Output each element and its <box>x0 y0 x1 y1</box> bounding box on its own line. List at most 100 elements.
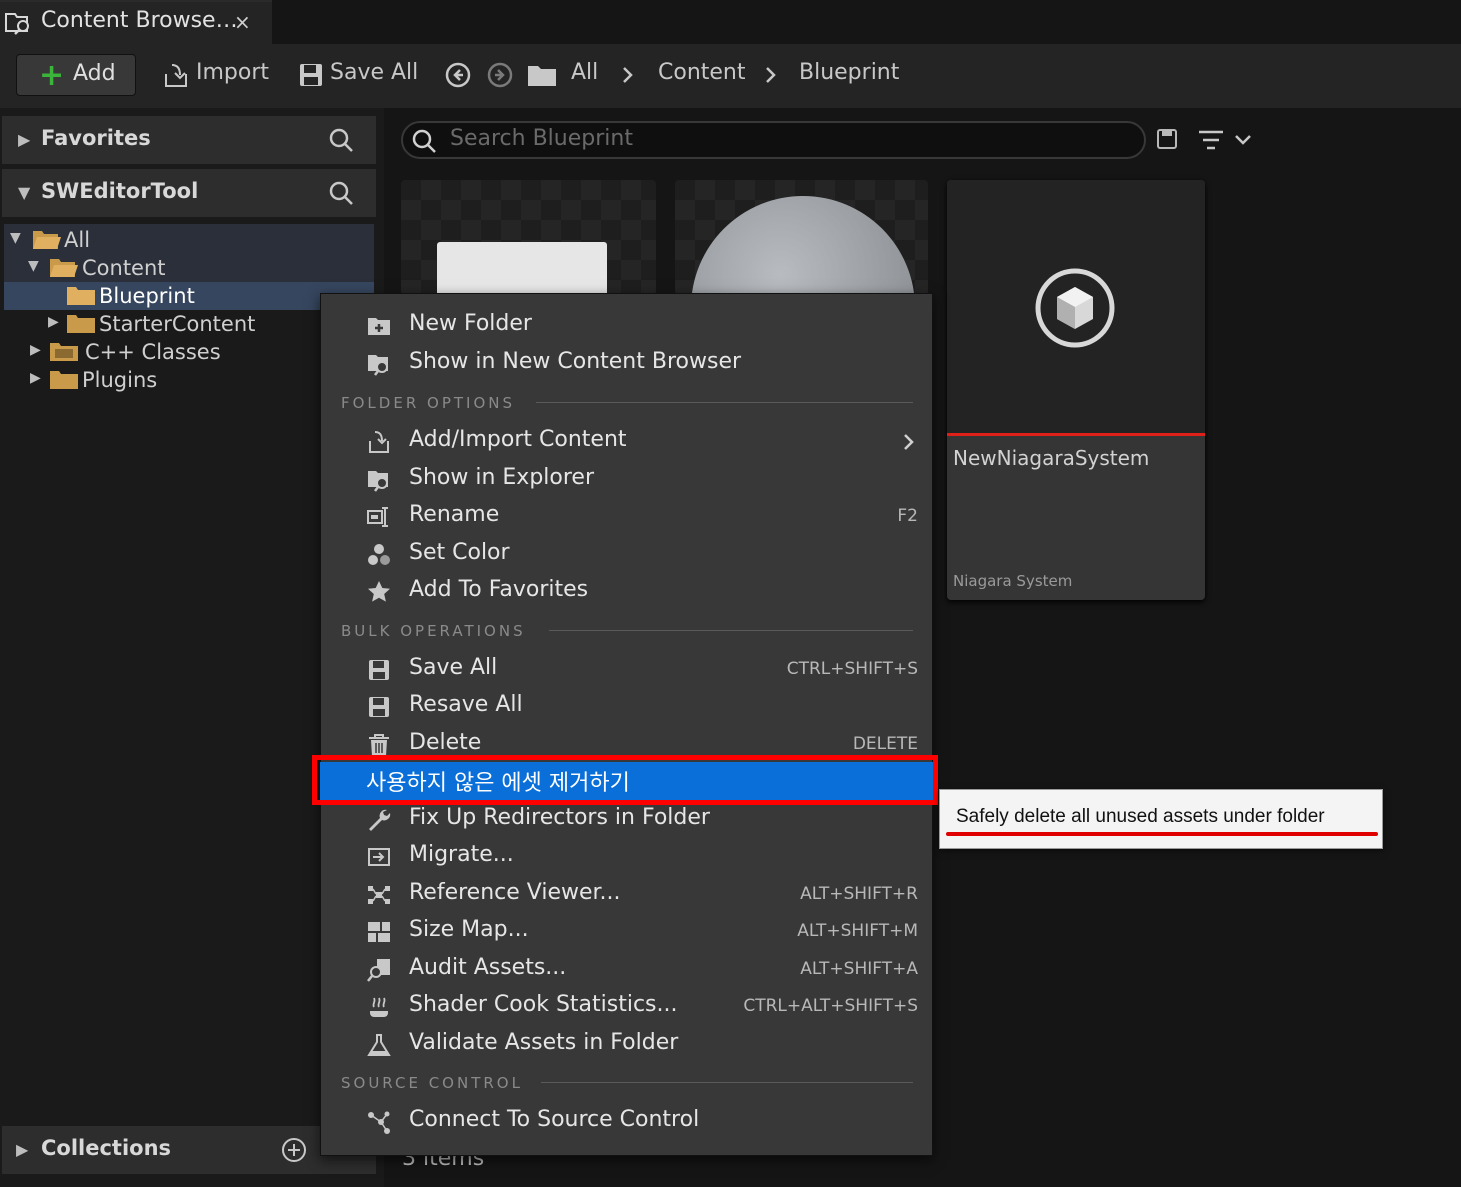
project-header[interactable]: ▼ SWEditorTool <box>2 169 376 217</box>
menu-label: Set Color <box>409 540 510 565</box>
size-map-icon <box>368 922 390 942</box>
save-search-icon[interactable] <box>1156 128 1178 150</box>
tree-label: Blueprint <box>99 284 195 308</box>
collapse-arrow-icon[interactable]: ▼ <box>18 183 30 202</box>
collections-label: Collections <box>41 1136 172 1160</box>
chevron-right-icon[interactable] <box>620 64 636 86</box>
content-browser-icon <box>5 13 29 35</box>
menu-label: Add/Import Content <box>409 427 627 452</box>
color-icon <box>368 544 390 565</box>
section-header-source-control: SOURCE CONTROL <box>341 1074 523 1092</box>
save-icon <box>300 64 322 86</box>
menu-label: Delete <box>409 730 482 755</box>
search-input[interactable]: Search Blueprint <box>401 121 1146 159</box>
menu-item-resave-all[interactable]: Resave All <box>321 689 934 725</box>
tree-item-startercontent[interactable]: ▶ StarterContent <box>4 310 374 338</box>
tree-item-all[interactable]: ▼ All <box>4 226 374 254</box>
folder-icon[interactable] <box>527 62 557 88</box>
menu-item-shader-cook-statistics[interactable]: Shader Cook Statistics... CTRL+ALT+SHIFT… <box>321 989 934 1025</box>
search-icon[interactable] <box>328 127 354 153</box>
tree-item-cpp-classes[interactable]: ▶ C++ Classes <box>4 338 374 366</box>
asset-type-color-bar <box>947 433 1205 436</box>
breadcrumb-blueprint[interactable]: Blueprint <box>799 60 899 85</box>
expand-arrow-icon[interactable]: ▶ <box>48 314 59 330</box>
tooltip: Safely delete all unused assets under fo… <box>939 789 1383 849</box>
filter-icon[interactable] <box>1196 128 1256 154</box>
annotation-highlight-box <box>312 755 938 805</box>
tree-label: Content <box>82 256 166 280</box>
menu-shortcut: DELETE <box>852 734 918 754</box>
import-label: Import <box>196 60 270 85</box>
breadcrumb-all[interactable]: All <box>571 60 598 85</box>
menu-label: Rename <box>409 502 500 527</box>
wrench-icon <box>369 809 391 831</box>
close-icon[interactable]: × <box>234 10 251 34</box>
menu-item-add-import-content[interactable]: Add/Import Content <box>321 424 934 460</box>
migrate-icon <box>368 848 390 866</box>
add-button[interactable]: + Add <box>16 54 136 96</box>
menu-item-add-to-favorites[interactable]: Add To Favorites <box>321 574 934 610</box>
add-button-label: Add <box>73 61 116 86</box>
folder-icon <box>67 287 95 305</box>
tree-item-content[interactable]: ▼ Content <box>4 254 374 282</box>
menu-item-validate-assets[interactable]: Validate Assets in Folder <box>321 1027 934 1063</box>
menu-item-fix-up-redirectors[interactable]: Fix Up Redirectors in Folder <box>321 802 934 838</box>
cpp-folder-icon <box>50 343 78 361</box>
back-arrow-icon[interactable] <box>444 61 472 89</box>
menu-item-rename[interactable]: Rename F2 <box>321 499 934 535</box>
expand-arrow-icon[interactable]: ▶ <box>18 130 30 149</box>
collapse-arrow-icon[interactable]: ▼ <box>10 230 21 246</box>
section-header-bulk-operations: BULK OPERATIONS <box>341 622 526 640</box>
tree-item-plugins[interactable]: ▶ Plugins <box>4 366 374 394</box>
flask-icon <box>367 1034 391 1056</box>
save-all-button[interactable]: Save All <box>298 60 418 90</box>
import-icon <box>369 431 389 453</box>
menu-item-set-color[interactable]: Set Color <box>321 537 934 573</box>
menu-item-audit-assets[interactable]: Audit Assets... ALT+SHIFT+A <box>321 952 934 988</box>
menu-item-show-in-explorer[interactable]: Show in Explorer <box>321 462 934 498</box>
reference-viewer-icon <box>368 886 390 904</box>
folder-icon <box>50 371 78 389</box>
tree-label: StarterContent <box>99 312 256 336</box>
menu-item-new-folder[interactable]: New Folder <box>321 308 934 344</box>
search-placeholder: Search Blueprint <box>450 126 633 151</box>
content-browser-icon <box>368 355 388 376</box>
forward-arrow-icon[interactable] <box>486 61 514 89</box>
import-button[interactable]: Import <box>160 60 270 90</box>
asset-tile-niagara[interactable]: NewNiagaraSystem Niagara System <box>947 180 1205 600</box>
section-header-folder-options: FOLDER OPTIONS <box>341 394 515 412</box>
expand-arrow-icon[interactable]: ▶ <box>16 1140 28 1159</box>
asset-thumbnail[interactable] <box>401 180 656 295</box>
menu-label: Size Map... <box>409 917 529 942</box>
collapse-arrow-icon[interactable]: ▼ <box>28 258 39 274</box>
asset-type: Niagara System <box>953 572 1073 590</box>
menu-shortcut: ALT+SHIFT+A <box>800 959 918 979</box>
search-icon[interactable] <box>328 180 354 206</box>
tree-item-blueprint[interactable]: Blueprint <box>4 282 374 310</box>
expand-arrow-icon[interactable]: ▶ <box>30 342 41 358</box>
open-folder-icon <box>50 259 78 277</box>
chevron-right-icon[interactable] <box>763 64 779 86</box>
breadcrumb-content[interactable]: Content <box>658 60 746 85</box>
menu-shortcut: CTRL+SHIFT+S <box>786 659 918 679</box>
menu-item-size-map[interactable]: Size Map... ALT+SHIFT+M <box>321 914 934 950</box>
tab-content-browser[interactable]: Content Browse… × <box>0 0 272 44</box>
asset-thumbnail[interactable] <box>675 180 928 295</box>
niagara-system-icon <box>1035 268 1115 348</box>
menu-item-connect-source-control[interactable]: Connect To Source Control <box>321 1104 934 1140</box>
menu-item-migrate[interactable]: Migrate... <box>321 839 934 875</box>
menu-label: Show in New Content Browser <box>409 349 742 374</box>
tree-label: C++ Classes <box>85 340 221 364</box>
menu-item-reference-viewer[interactable]: Reference Viewer... ALT+SHIFT+R <box>321 877 934 913</box>
section-divider <box>541 1082 913 1083</box>
menu-item-show-in-new-browser[interactable]: Show in New Content Browser <box>321 346 934 382</box>
menu-label: Validate Assets in Folder <box>409 1030 679 1055</box>
tree-label: Plugins <box>82 368 158 392</box>
menu-label: New Folder <box>409 311 532 336</box>
menu-label: Migrate... <box>409 842 514 867</box>
menu-item-save-all[interactable]: Save All CTRL+SHIFT+S <box>321 652 934 688</box>
expand-arrow-icon[interactable]: ▶ <box>30 370 41 386</box>
star-icon <box>368 581 390 602</box>
favorites-header[interactable]: ▶ Favorites <box>2 116 376 164</box>
add-collection-icon[interactable] <box>281 1137 307 1163</box>
